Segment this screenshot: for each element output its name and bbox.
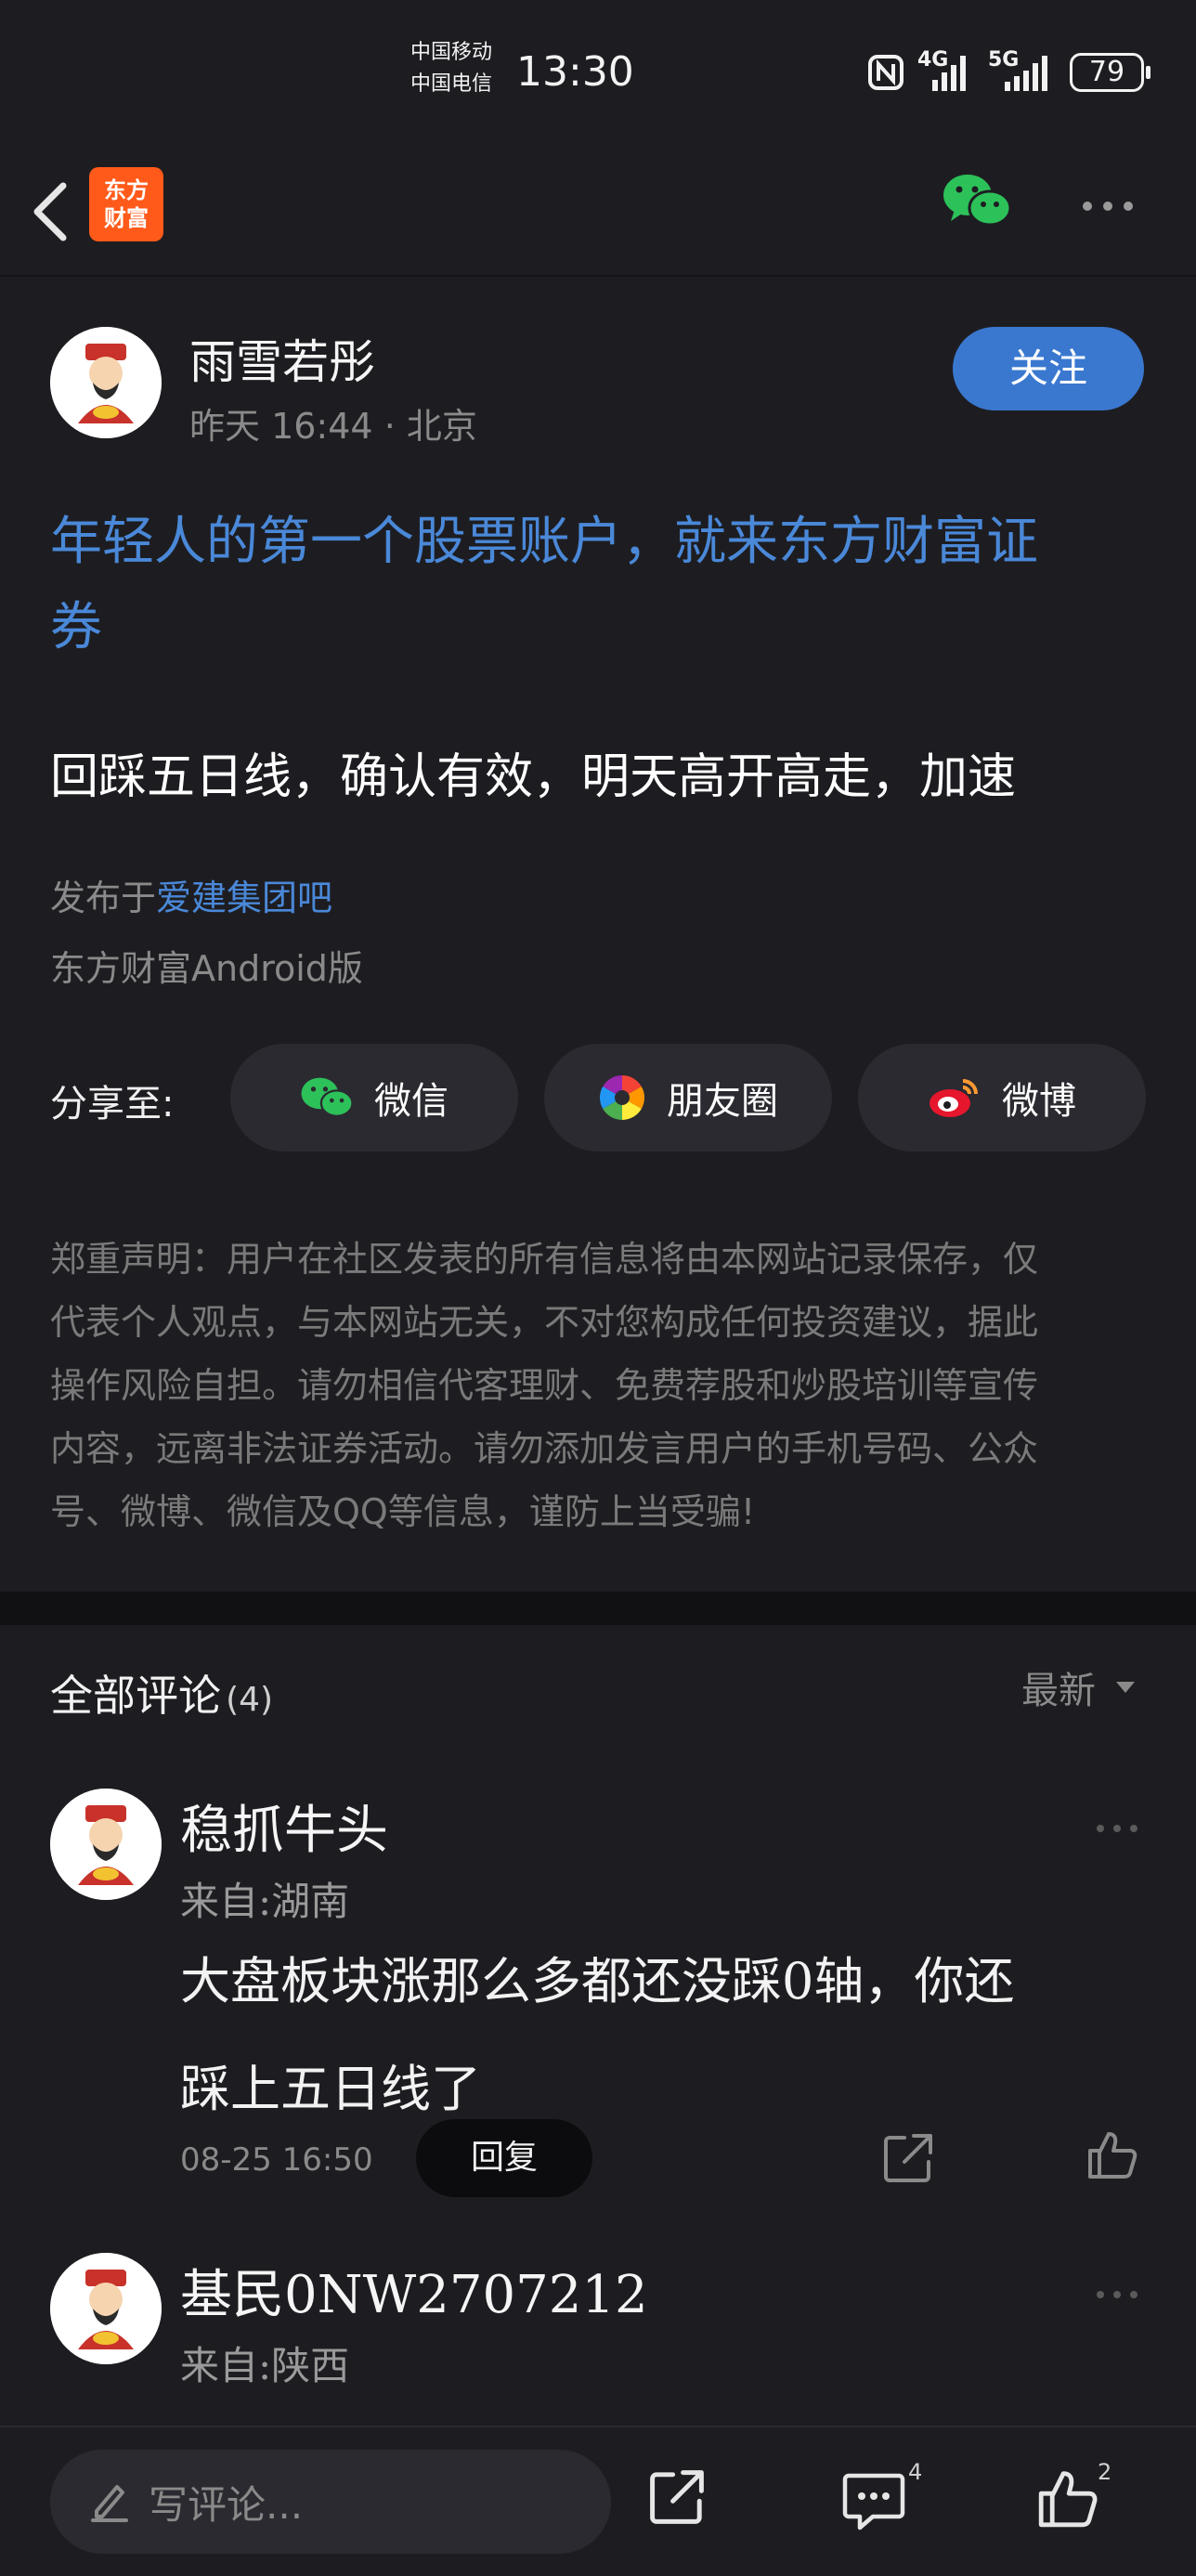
- comment-text: 大盘板块涨那么多都还没踩0轴，你还 踩上五日线了: [180, 1928, 1146, 2143]
- disclaimer-line: 操作风险自担。请勿相信代客理财、免费荐股和炒股培训等宣传: [50, 1365, 1039, 1406]
- like-button[interactable]: [1034, 2465, 1101, 2535]
- disclaimer-line: 代表个人观点，与本网站无关，不对您构成任何投资建议，据此: [50, 1302, 1039, 1343]
- share-label: 分享至:: [50, 1083, 175, 1125]
- pencil-icon: [91, 2485, 128, 2522]
- comment-input-placeholder: 写评论...: [149, 2481, 304, 2528]
- battery-tip-icon: [1146, 66, 1150, 79]
- avatar-god-of-wealth-icon: [50, 2253, 162, 2364]
- commenter-location: 来自:湖南: [180, 1879, 350, 1924]
- disclaimer-text: 郑重声明：用户在社区发表的所有信息将由本网站记录保存，仅 代表个人观点，与本网站…: [50, 1228, 1155, 1543]
- comments-count: (4): [226, 1681, 274, 1719]
- avatar-god-of-wealth-icon: [50, 327, 162, 438]
- published-in: 发布于爱建集团吧: [50, 869, 332, 920]
- share-moments-label: 朋友圈: [667, 1080, 778, 1123]
- nfc-icon: [867, 54, 904, 95]
- disclaimer-line: 郑重声明：用户在社区发表的所有信息将由本网站记录保存，仅: [50, 1239, 1039, 1280]
- comments-title: 全部评论: [50, 1671, 221, 1721]
- commenter-name[interactable]: 稳抓牛头: [180, 1789, 388, 1864]
- sort-label: 最新: [1021, 1670, 1096, 1712]
- disclaimer-line: 号、微博、微信及QQ等信息，谨防上当受骗!: [50, 1491, 756, 1532]
- commenter-location: 来自:陕西: [180, 2343, 350, 2388]
- comment-bubble-icon: [842, 2473, 905, 2530]
- battery-indicator: 79: [1070, 53, 1144, 92]
- carrier-2: 中国电信: [410, 72, 493, 96]
- commenter-avatar[interactable]: [50, 2253, 162, 2364]
- logo-line-1: 东方: [104, 177, 149, 203]
- moments-aperture-icon: [599, 1075, 645, 1120]
- post-content: 回踩五日线，确认有效，明天高开高走，加速: [50, 749, 1017, 805]
- promo-title-line-2: 券: [50, 597, 102, 657]
- comment-like-button[interactable]: [1085, 2127, 1140, 2186]
- like-count-badge: 2: [1098, 2459, 1112, 2485]
- comment-time: 08-25 16:50: [180, 2141, 373, 2179]
- share-moments-button[interactable]: 朋友圈: [544, 1044, 832, 1151]
- thumbs-up-icon: [1088, 2132, 1138, 2179]
- disclaimer-line: 内容，远离非法证券活动。请勿添加发言用户的手机号码、公众: [50, 1428, 1039, 1469]
- back-button[interactable]: [26, 173, 78, 251]
- comment-text-line-1: 大盘板块涨那么多都还没踩0轴，你还: [180, 1952, 1015, 2010]
- share-button[interactable]: [646, 2466, 708, 2531]
- published-prefix: 发布于: [50, 878, 157, 918]
- share-weibo-label: 微博: [1002, 1080, 1076, 1123]
- promo-title-line-1: 年轻人的第一个股票账户，就来东方财富证: [50, 512, 1038, 572]
- follow-button[interactable]: 关注: [953, 327, 1144, 410]
- caret-down-icon: [1116, 1682, 1135, 1693]
- wechat-icon: [943, 175, 1012, 227]
- author-avatar[interactable]: [50, 327, 162, 438]
- logo-line-2: 财富: [104, 205, 149, 231]
- client-label: 东方财富Android版: [50, 948, 363, 989]
- chevron-left-icon: [33, 182, 67, 241]
- status-bar: 中国移动 中国电信 13:30 4G 5G 79: [0, 0, 1196, 149]
- share-arrow-icon: [650, 2470, 704, 2524]
- comment-count-badge: 4: [908, 2459, 923, 2485]
- promo-title[interactable]: 年轻人的第一个股票账户，就来东方财富证 券: [50, 500, 1155, 670]
- share-wechat-button[interactable]: 微信: [230, 1044, 518, 1151]
- commenter-name[interactable]: 基民0NW2707212: [180, 2253, 648, 2328]
- post-meta: 昨天 16:44 · 北京: [189, 397, 477, 449]
- app-logo: 东方 财富: [89, 167, 163, 241]
- comments-header: 全部评论 (4): [50, 1662, 273, 1724]
- comment-text-line-2: 踩上五日线了: [180, 2060, 481, 2118]
- share-weibo-button[interactable]: 微博: [858, 1044, 1146, 1151]
- carrier-1: 中国移动: [410, 41, 493, 64]
- reply-button[interactable]: 回复: [416, 2119, 592, 2197]
- share-arrow-icon: [884, 2134, 932, 2182]
- comment-more-button[interactable]: [1092, 2284, 1142, 2302]
- meta-separator: ·: [384, 406, 407, 447]
- section-divider: [0, 1592, 1196, 1625]
- share-wechat-label: 微信: [374, 1080, 448, 1123]
- weibo-icon: [930, 1079, 978, 1117]
- commenter-avatar[interactable]: [50, 1789, 162, 1900]
- stock-bar-link[interactable]: 爱建集团吧: [156, 878, 332, 918]
- wechat-icon: [301, 1077, 354, 1117]
- avatar-god-of-wealth-icon: [50, 1789, 162, 1900]
- bottom-action-bar: 写评论... 4 2: [0, 2426, 1196, 2576]
- thumbs-up-icon: [1038, 2471, 1098, 2528]
- comments-button[interactable]: [841, 2466, 906, 2535]
- more-menu-button[interactable]: [1077, 197, 1138, 215]
- post-time: 昨天 16:44: [189, 406, 373, 447]
- sort-dropdown[interactable]: 最新: [1021, 1660, 1137, 1714]
- clock: 13:30: [516, 48, 634, 96]
- post-location: 北京: [406, 406, 477, 447]
- comment-input[interactable]: 写评论...: [50, 2450, 611, 2554]
- wechat-share-button[interactable]: [942, 171, 1012, 234]
- nav-bar: 东方 财富: [0, 149, 1196, 277]
- author-name[interactable]: 雨雪若彤: [189, 325, 375, 392]
- comment-more-button[interactable]: [1092, 1818, 1142, 1836]
- comment-share-button[interactable]: [880, 2130, 936, 2190]
- carrier-labels: 中国移动 中国电信: [410, 37, 492, 100]
